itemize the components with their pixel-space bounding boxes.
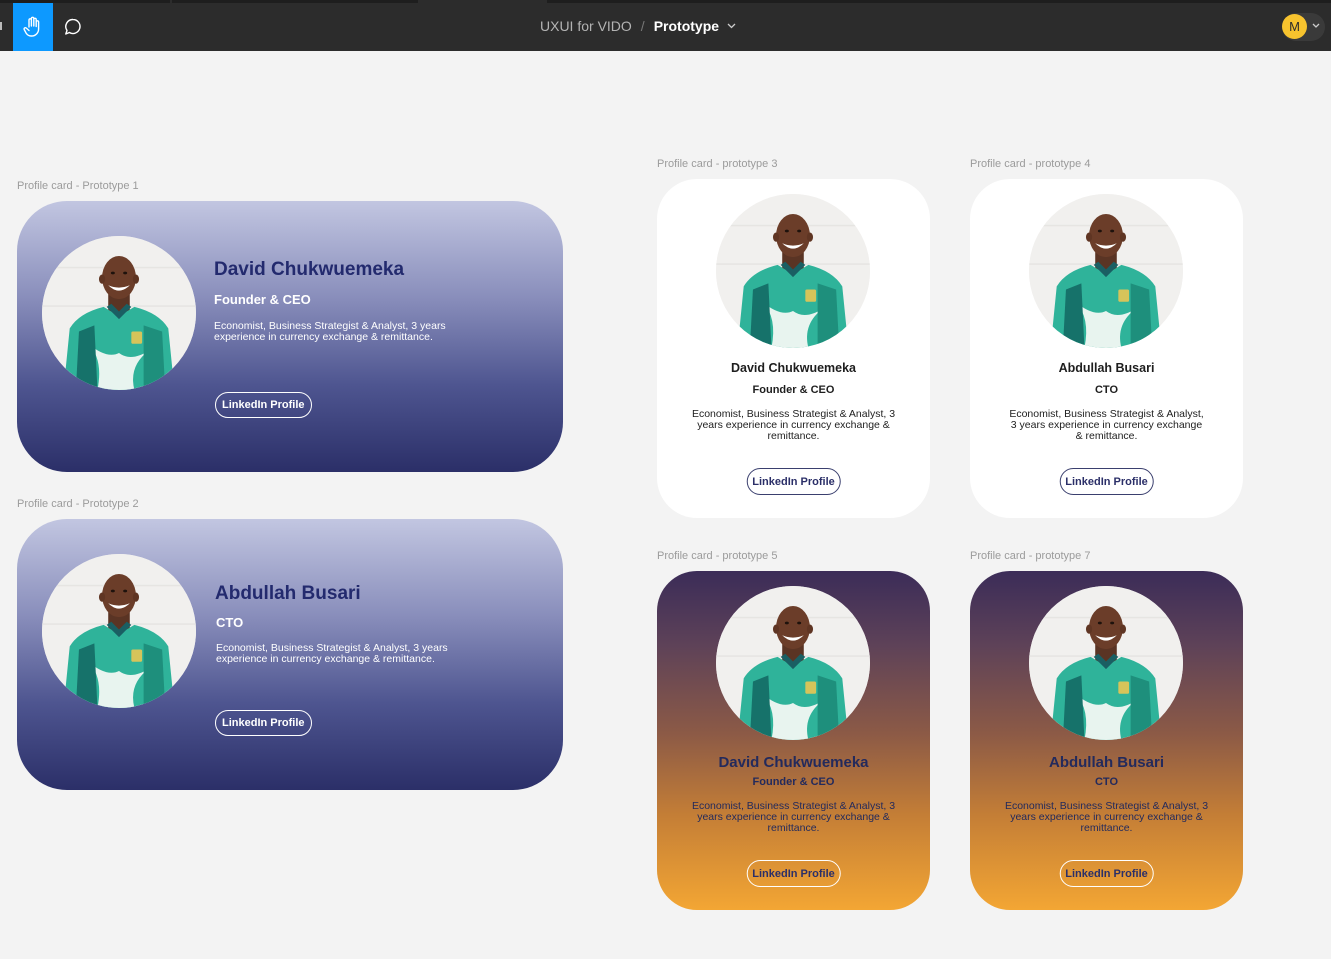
- chevron-down-icon[interactable]: [727, 23, 736, 29]
- profile-role: Founder & CEO: [752, 776, 835, 788]
- profile-name: David Chukwuemeka: [214, 259, 405, 280]
- profile-name: Abdullah Busari: [1048, 754, 1164, 771]
- profile-role: CTO: [216, 615, 244, 630]
- page-name[interactable]: Prototype: [654, 18, 719, 34]
- linkedin-profile-button[interactable]: LinkedIn Profile: [215, 392, 312, 418]
- chevron-down-icon[interactable]: [1312, 23, 1320, 29]
- profile-name: Abdullah Busari: [1058, 361, 1155, 375]
- frame-label[interactable]: Profile card - prototype 3: [657, 158, 777, 170]
- tab-divider: [547, 0, 1331, 3]
- linkedin-profile-button[interactable]: LinkedIn Profile: [215, 710, 312, 736]
- breadcrumb-separator: /: [640, 18, 645, 34]
- profile-description: Economist, Business Strategist & Analyst…: [1004, 800, 1209, 834]
- top-toolbar: UXUI for VIDO / Prototype M: [0, 0, 1331, 51]
- profile-photo: [716, 194, 870, 348]
- profile-photo: [1029, 586, 1183, 740]
- user-menu[interactable]: M: [1282, 13, 1325, 41]
- profile-description: Economist, Business Strategist & Analyst…: [691, 408, 896, 442]
- linkedin-profile-button[interactable]: LinkedIn Profile: [746, 468, 841, 495]
- profile-description: Economist, Business Strategist & Analyst…: [691, 800, 896, 834]
- hand-icon: [23, 16, 40, 37]
- linkedin-profile-button[interactable]: LinkedIn Profile: [746, 860, 841, 887]
- profile-card[interactable]: David Chukwuemeka Founder & CEO Economis…: [657, 179, 930, 518]
- linkedin-profile-button[interactable]: LinkedIn Profile: [1059, 860, 1154, 887]
- profile-name: David Chukwuemeka: [730, 361, 857, 375]
- frame-label[interactable]: Profile card - Prototype 1: [17, 180, 139, 192]
- avatar[interactable]: M: [1282, 14, 1307, 39]
- profile-name: Abdullah Busari: [215, 583, 361, 604]
- profile-role: CTO: [1094, 776, 1119, 788]
- profile-card[interactable]: Abdullah Busari CTO Economist, Business …: [970, 571, 1243, 910]
- frame-label[interactable]: Profile card - Prototype 2: [17, 498, 139, 510]
- profile-name: David Chukwuemeka: [718, 754, 869, 771]
- profile-card[interactable]: Abdullah Busari CTO Economist, Business …: [970, 179, 1243, 518]
- profile-card[interactable]: Abdullah Busari CTO Economist, Business …: [17, 519, 563, 790]
- file-name[interactable]: UXUI for VIDO: [540, 18, 632, 34]
- profile-description: Economist, Business Strategist & Analyst…: [1009, 408, 1204, 442]
- tab-divider: [172, 0, 418, 3]
- linkedin-profile-button[interactable]: LinkedIn Profile: [1059, 468, 1154, 495]
- profile-description: Economist, Business Strategist & Analyst…: [214, 320, 446, 343]
- frame-label[interactable]: Profile card - prototype 7: [970, 550, 1090, 562]
- profile-photo: [1029, 194, 1183, 348]
- comment-tool-button[interactable]: [53, 3, 93, 51]
- profile-photo: [716, 586, 870, 740]
- breadcrumb: UXUI for VIDO / Prototype: [540, 18, 736, 34]
- profile-role: CTO: [1094, 384, 1119, 396]
- profile-card[interactable]: David Chukwuemeka Founder & CEO Economis…: [17, 201, 563, 472]
- profile-role: Founder & CEO: [752, 384, 835, 396]
- frame-label[interactable]: Profile card - prototype 5: [657, 550, 777, 562]
- profile-role: Founder & CEO: [214, 292, 311, 307]
- menu-edge[interactable]: [0, 22, 3, 30]
- profile-photo: [42, 554, 196, 708]
- frame-label[interactable]: Profile card - prototype 4: [970, 158, 1090, 170]
- profile-description: Economist, Business Strategist & Analyst…: [216, 642, 448, 665]
- profile-photo: [42, 236, 196, 390]
- comment-icon: [65, 18, 81, 35]
- profile-card[interactable]: David Chukwuemeka Founder & CEO Economis…: [657, 571, 930, 910]
- hand-tool-button[interactable]: [13, 3, 53, 51]
